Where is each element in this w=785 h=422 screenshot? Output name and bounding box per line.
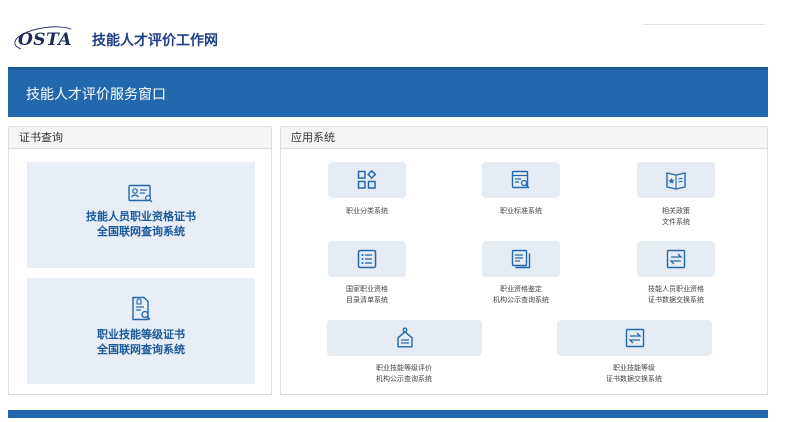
occupation-classification-tile[interactable] (328, 162, 406, 198)
skill-level-query-card[interactable]: 职业技能等级证书 全国联网查询系统 (27, 278, 255, 384)
osta-logo-mark: OSTA (18, 30, 72, 50)
tag-bag-icon (396, 327, 413, 348)
document-search-icon (132, 296, 151, 321)
skill-level-data-exchange-tile[interactable] (557, 320, 712, 356)
banner-title: 技能人才评价服务窗口 (26, 86, 166, 102)
document-search-icon (511, 170, 530, 189)
top-header: OSTA 技能人才评价工作网 (0, 0, 785, 66)
list-icon (357, 249, 377, 269)
app-label: 职业技能等级 证书数据交换系统 (606, 365, 662, 383)
certificate-search-icon (128, 184, 153, 203)
app-label: 技能人员职业资格 证书数据交换系统 (648, 286, 704, 304)
policy-documents-tile[interactable] (637, 162, 715, 198)
certificate-query-panel: 证书查询 技能人员职业资格证书 全国联网查询系统 职业技能等级证书 全国联网查询… (8, 126, 272, 395)
card-title-line1: 职业技能等级证书 (97, 329, 185, 341)
card-title-line1: 技能人员职业资格证书 (86, 211, 196, 223)
exchange-icon (625, 328, 644, 348)
site-name: 技能人才评价工作网 (92, 32, 218, 48)
card-title-line2: 全国联网查询系统 (97, 344, 185, 356)
certificate-panel-title: 证书查询 (9, 127, 271, 149)
app-label: 国家职业资格 目录清单系统 (346, 286, 388, 304)
app-label: 职业资格鉴定 机构公示查询系统 (493, 286, 549, 304)
star-book-icon (666, 172, 686, 190)
app-label: 相关政策 文件系统 (662, 208, 690, 226)
app-label: 职业技能等级评价 机构公示查询系统 (376, 365, 432, 383)
document-stack-icon (511, 249, 531, 269)
site-logo[interactable]: OSTA 技能人才评价工作网 (18, 30, 218, 50)
card-title-line2: 全国联网查询系统 (97, 226, 185, 238)
app-label: 职业标准系统 (500, 208, 542, 215)
footer-bar (8, 410, 768, 418)
skill-level-evaluation-tile[interactable] (327, 320, 482, 356)
vocational-qualification-query-card[interactable]: 技能人员职业资格证书 全国联网查询系统 (27, 162, 255, 268)
service-window-banner: 技能人才评价服务窗口 (8, 67, 768, 117)
exchange-icon (666, 249, 686, 269)
occupation-standard-tile[interactable] (482, 162, 560, 198)
qualification-data-exchange-tile[interactable] (637, 241, 715, 277)
grid-diamond-icon (357, 170, 377, 189)
app-label: 职业分类系统 (346, 208, 388, 215)
qualification-catalog-tile[interactable] (328, 241, 406, 277)
header-search-area[interactable] (643, 24, 765, 46)
application-systems-panel: 应用系统 职业分类系统 职业标准系统 相关政策 文件系统 国家职业资格 目录清单… (280, 126, 768, 395)
apps-panel-title: 应用系统 (281, 127, 767, 149)
qualification-appraisal-tile[interactable] (482, 241, 560, 277)
